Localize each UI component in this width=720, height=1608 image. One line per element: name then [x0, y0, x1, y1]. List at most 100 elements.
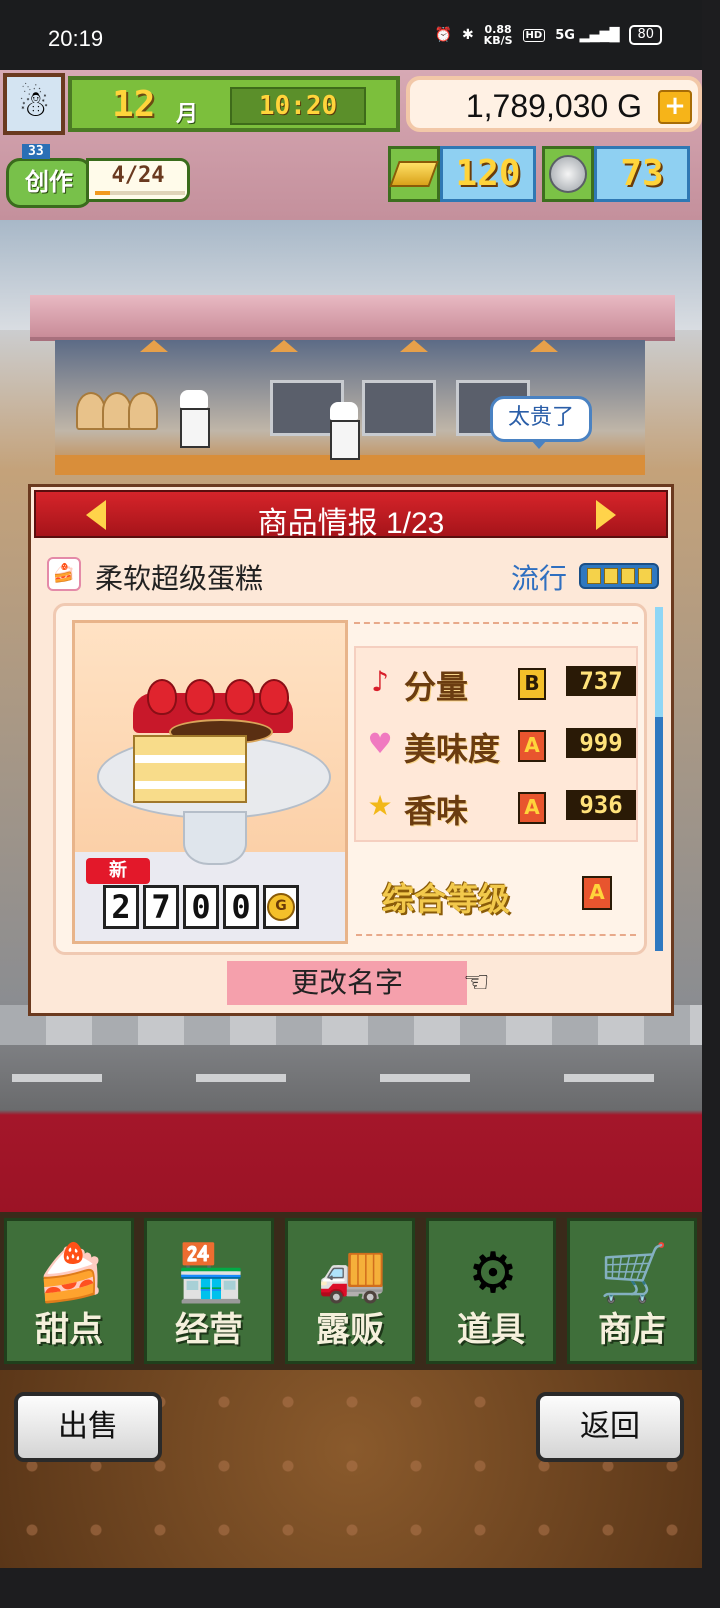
price-digit: 2	[103, 885, 139, 929]
nav-label: 经营	[175, 1310, 243, 1350]
lamp-icon	[530, 340, 558, 352]
lamp-icon	[270, 340, 298, 352]
net-speed: 0.88 KB/S	[483, 23, 513, 47]
stat-value: 999	[566, 728, 636, 758]
trend-segment	[621, 568, 635, 584]
items-icon: ⚙	[467, 1240, 519, 1306]
stat-grade: A	[518, 792, 546, 824]
back-button[interactable]: 返回	[536, 1392, 684, 1462]
medal-counter[interactable]: 73	[542, 146, 690, 202]
road-marking	[380, 1074, 470, 1082]
cart-icon: 🛒	[599, 1241, 669, 1306]
sell-button[interactable]: 出售	[14, 1392, 162, 1462]
oven-icon	[362, 380, 436, 436]
stat-row-aroma: ★ 香味 A 936	[360, 780, 636, 834]
chef-sprite[interactable]	[330, 402, 360, 462]
status-time: 20:19	[48, 26, 104, 51]
gold-bar-value: 120	[440, 146, 536, 202]
chef-sprite[interactable]	[180, 390, 210, 450]
trend-segment	[638, 568, 652, 584]
signal-icon: 5G ▂▄▆█	[555, 27, 620, 43]
medal-value: 73	[594, 146, 690, 202]
status-bar: 20:19 ⏰ ✱ 0.88 KB/S HD 5G ▂▄▆█ 80	[0, 0, 702, 76]
stat-grade: A	[518, 730, 546, 762]
road-marking	[564, 1074, 654, 1082]
item-name: 柔软超级蛋糕	[95, 563, 264, 594]
add-money-button[interactable]: +	[658, 90, 692, 124]
nav-item-management[interactable]: 🏪 经营	[144, 1218, 274, 1364]
strawberry-cake-icon	[133, 679, 293, 803]
date-display: 12 月 10:20	[68, 76, 400, 132]
bottom-nav: 🍰 甜点 🏪 经营 🚚 露贩 ⚙ 道具 🛒 商店	[0, 1212, 702, 1370]
nav-label: 甜点	[35, 1310, 103, 1350]
price-display[interactable]: 2 7 0 0 G	[103, 885, 299, 929]
stats-box: ♪ 分量 B 737 ♥ 美味度 A 999 ★ 香味 A 936	[354, 646, 638, 842]
medal-icon	[542, 146, 594, 202]
trend-segment	[604, 568, 618, 584]
rename-button[interactable]: 更改名字	[227, 961, 467, 1005]
scrollbar-thumb[interactable]	[655, 717, 663, 951]
divider	[356, 934, 636, 936]
pointing-hand-icon: ☜	[463, 965, 490, 1000]
craft-button[interactable]: 创作	[6, 158, 92, 208]
panel-title: 商品情报 1/23	[257, 507, 445, 540]
gold-bar-counter[interactable]: 120	[388, 146, 536, 202]
stats-section: ♪ 分量 B 737 ♥ 美味度 A 999 ★ 香味 A 936	[354, 622, 638, 848]
stat-label: 美味度	[404, 730, 501, 768]
trend-meter	[579, 563, 659, 589]
star-icon: ★	[367, 789, 393, 822]
shop-icon: 🏪	[176, 1241, 246, 1306]
game-clock: 10:20	[230, 87, 366, 125]
bread-icon	[128, 392, 158, 430]
nav-item-desserts[interactable]: 🍰 甜点	[4, 1218, 134, 1364]
gold-bar-icon	[388, 146, 440, 202]
road-marking	[196, 1074, 286, 1082]
plate-stem	[183, 811, 247, 865]
hd-icon: HD	[522, 28, 546, 42]
item-detail-box: 2 7 0 0 G ♪ 分量 B 737 ♥ 美味度 A 999 ★ 香味 A …	[53, 603, 647, 955]
shop-awning	[30, 295, 675, 341]
trend-segment	[587, 568, 601, 584]
music-note-icon: ♪	[371, 665, 389, 698]
alarm-icon: ⏰	[434, 27, 452, 43]
nav-label: 商店	[598, 1310, 666, 1350]
cake-image-frame: 2 7 0 0 G	[72, 620, 348, 944]
craft-progress-text: 4/24	[111, 163, 165, 188]
battery-icon: 80	[629, 25, 662, 45]
food-truck-icon: 🚚	[317, 1241, 387, 1306]
money-display: 1,789,030 G +	[406, 76, 702, 132]
customer-speech-bubble: 太贵了	[490, 396, 592, 449]
status-icons: ⏰ ✱ 0.88 KB/S HD 5G ▂▄▆█ 80	[434, 23, 662, 47]
bluetooth-icon: ✱	[461, 27, 474, 43]
avatar-snowman-icon[interactable]: ☃	[3, 73, 65, 135]
overall-rating-label: 综合等级	[382, 880, 511, 918]
product-info-panel: 商品情报 1/23 🍰 柔软超级蛋糕 流行 2 7 0 0 G ♪ 分量 B 7…	[28, 484, 674, 1016]
nav-item-food-truck[interactable]: 🚚 露贩	[285, 1218, 415, 1364]
month-label: 月	[176, 102, 199, 127]
lamp-icon	[400, 340, 428, 352]
craft-progress: 4/24	[86, 158, 190, 202]
nav-label: 道具	[457, 1310, 525, 1350]
price-digit: 0	[223, 885, 259, 929]
price-digit: 7	[143, 885, 179, 929]
craft-level: 33	[22, 144, 50, 159]
stat-value: 737	[566, 666, 636, 696]
nav-item-items[interactable]: ⚙ 道具	[426, 1218, 556, 1364]
trend-label: 流行	[511, 563, 568, 594]
nav-item-store[interactable]: 🛒 商店	[567, 1218, 697, 1364]
lamp-icon	[140, 340, 168, 352]
scrollbar[interactable]	[655, 607, 663, 951]
craft-progress-fill	[95, 191, 111, 195]
stat-row-taste: ♥ 美味度 A 999	[360, 718, 636, 772]
stat-label: 分量	[404, 668, 469, 706]
craft-progress-bar	[95, 191, 185, 195]
gold-coin-icon: G	[263, 885, 299, 929]
footer-bar: 出售 返回	[0, 1370, 702, 1568]
new-badge: 新	[86, 858, 150, 884]
panel-header: 商品情报 1/23	[34, 490, 668, 540]
cake-icon: 🍰	[36, 1241, 106, 1306]
stat-value: 936	[566, 790, 636, 820]
next-arrow-icon[interactable]	[596, 500, 616, 530]
overall-grade: A	[582, 876, 612, 910]
money-amount: 1,789,030 G	[465, 88, 642, 124]
